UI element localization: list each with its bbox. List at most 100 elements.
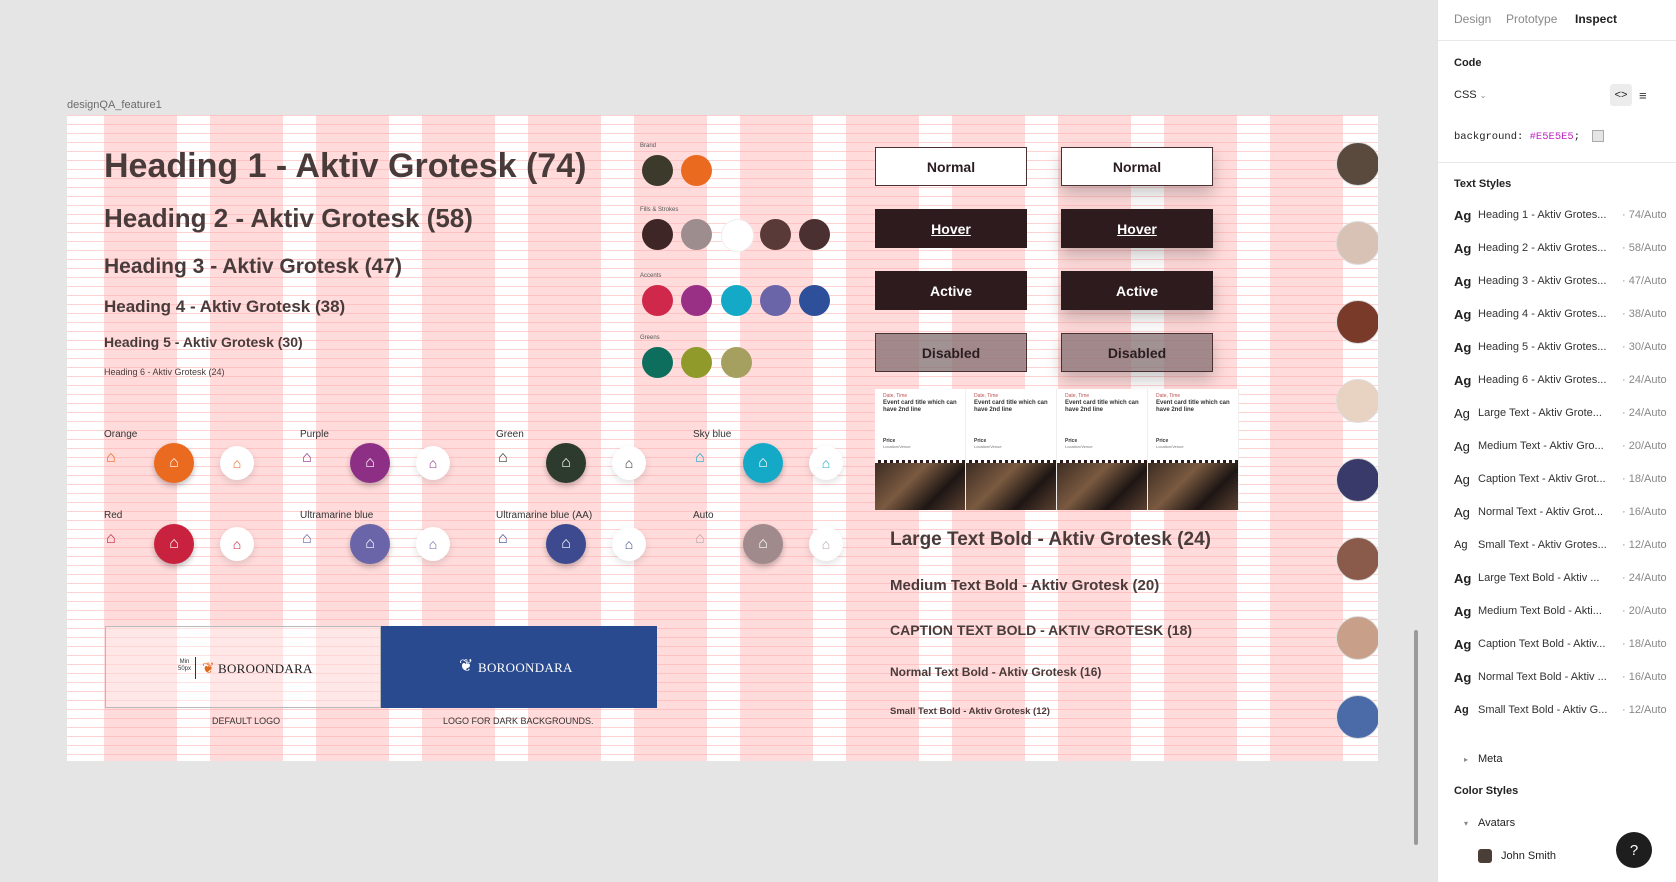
building-icon[interactable]: ⌂ bbox=[809, 527, 843, 561]
swatch-fill-3[interactable] bbox=[721, 219, 754, 252]
building-icon[interactable]: ⌂ bbox=[302, 530, 312, 548]
text-style-item[interactable]: Ag Large Text Bold - Aktiv ... · 24/Auto bbox=[1454, 568, 1669, 588]
building-icon[interactable]: ⌂ bbox=[106, 530, 116, 548]
text-style-item[interactable]: Ag Large Text - Aktiv Grote... · 24/Auto bbox=[1454, 403, 1669, 423]
hover-button[interactable]: Hover bbox=[875, 209, 1027, 248]
normal-button-shadow[interactable]: Normal bbox=[1061, 147, 1213, 186]
text-style-item[interactable]: Ag Heading 1 - Aktiv Grotes... · 74/Auto bbox=[1454, 205, 1669, 225]
text-style-item[interactable]: Ag Medium Text Bold - Akti... · 20/Auto bbox=[1454, 601, 1669, 621]
building-icon[interactable]: ⌂ bbox=[154, 524, 194, 564]
avatar[interactable] bbox=[1336, 379, 1378, 423]
building-icon[interactable]: ⌂ bbox=[743, 443, 783, 483]
dark-logo-box[interactable]: ❦ BOROONDARA bbox=[381, 626, 657, 708]
list-view-icon[interactable]: ≡ bbox=[1639, 88, 1647, 103]
swatch-accent-5[interactable] bbox=[799, 285, 830, 316]
text-style-item[interactable]: Ag Small Text - Aktiv Grotes... · 12/Auto bbox=[1454, 535, 1669, 555]
building-icon[interactable]: ⌂ bbox=[546, 443, 586, 483]
design-frame[interactable]: Heading 1 - Aktiv Grotesk (74) Heading 2… bbox=[67, 115, 1378, 761]
ag-icon: Ag bbox=[1454, 570, 1472, 586]
building-icon[interactable]: ⌂ bbox=[350, 443, 390, 483]
event-card[interactable]: Date, Time Event card title which can ha… bbox=[1148, 389, 1239, 510]
event-card[interactable]: Date, Time Event card title which can ha… bbox=[1057, 389, 1148, 510]
building-icon[interactable]: ⌂ bbox=[612, 527, 646, 561]
disabled-button-shadow[interactable]: Disabled bbox=[1061, 333, 1213, 372]
help-button[interactable]: ? bbox=[1616, 832, 1652, 868]
avatar[interactable] bbox=[1336, 695, 1378, 739]
building-icon[interactable]: ⌂ bbox=[350, 524, 390, 564]
swatch-accent-3[interactable] bbox=[721, 285, 752, 316]
code-view-icon[interactable]: <> bbox=[1610, 84, 1632, 106]
swatch-brand-2[interactable] bbox=[681, 155, 712, 186]
hover-button-shadow[interactable]: Hover bbox=[1061, 209, 1213, 248]
tab-inspect[interactable]: Inspect bbox=[1575, 12, 1617, 26]
text-style-item[interactable]: Ag Heading 6 - Aktiv Grotes... · 24/Auto bbox=[1454, 370, 1669, 390]
default-logo-box[interactable]: Min 50px ❦ BOROONDARA bbox=[105, 626, 381, 708]
normal-button[interactable]: Normal bbox=[875, 147, 1027, 186]
building-icon[interactable]: ⌂ bbox=[498, 449, 508, 467]
swatch-fill-5[interactable] bbox=[799, 219, 830, 250]
avatar[interactable] bbox=[1336, 458, 1378, 502]
building-icon[interactable]: ⌂ bbox=[695, 449, 705, 467]
swatch-fill-4[interactable] bbox=[760, 219, 791, 250]
text-style-item[interactable]: Ag Caption Text - Aktiv Grot... · 18/Auto bbox=[1454, 469, 1669, 489]
design-canvas[interactable]: designQA_feature1 Heading 1 - Aktiv Grot… bbox=[0, 0, 1437, 882]
text-style-item[interactable]: Ag Heading 5 - Aktiv Grotes... · 30/Auto bbox=[1454, 337, 1669, 357]
text-style-spec: · 18/Auto bbox=[1622, 638, 1667, 650]
meta-group[interactable]: ▸ Meta bbox=[1454, 753, 1502, 765]
text-style-item[interactable]: Ag Normal Text - Aktiv Grot... · 16/Auto bbox=[1454, 502, 1669, 522]
swatch-accent-1[interactable] bbox=[642, 285, 673, 316]
swatch-fill-1[interactable] bbox=[642, 219, 673, 250]
avatars-group[interactable]: ▾ Avatars bbox=[1454, 817, 1515, 829]
building-icon[interactable]: ⌂ bbox=[416, 446, 450, 480]
building-icon[interactable]: ⌂ bbox=[743, 524, 783, 564]
logo-min-size-note: Min 50px bbox=[178, 659, 191, 673]
text-style-item[interactable]: Ag Caption Text Bold - Aktiv... · 18/Auto bbox=[1454, 634, 1669, 654]
text-style-name: Heading 5 - Aktiv Grotes... bbox=[1478, 341, 1607, 353]
active-button-shadow[interactable]: Active bbox=[1061, 271, 1213, 310]
swatch-green-2[interactable] bbox=[681, 347, 712, 378]
tab-design[interactable]: Design bbox=[1454, 12, 1491, 26]
text-style-item[interactable]: Ag Heading 2 - Aktiv Grotes... · 58/Auto bbox=[1454, 238, 1669, 258]
text-style-item[interactable]: Ag Medium Text - Aktiv Gro... · 20/Auto bbox=[1454, 436, 1669, 456]
building-icon[interactable]: ⌂ bbox=[612, 446, 646, 480]
building-icon[interactable]: ⌂ bbox=[498, 530, 508, 548]
avatar[interactable] bbox=[1336, 221, 1378, 265]
building-icon[interactable]: ⌂ bbox=[106, 449, 116, 467]
text-style-spec: · 20/Auto bbox=[1622, 440, 1667, 452]
event-card[interactable]: Date, Time Event card title which can ha… bbox=[875, 389, 966, 510]
text-style-spec: · 38/Auto bbox=[1622, 308, 1667, 320]
color-style-item[interactable]: John Smith bbox=[1478, 849, 1556, 863]
css-code-line[interactable]: background: #E5E5E5; bbox=[1454, 130, 1605, 143]
avatar[interactable] bbox=[1336, 537, 1378, 581]
avatar[interactable] bbox=[1336, 142, 1378, 186]
building-icon[interactable]: ⌂ bbox=[809, 446, 843, 480]
event-card[interactable]: Date, Time Event card title which can ha… bbox=[966, 389, 1057, 510]
building-icon[interactable]: ⌂ bbox=[546, 524, 586, 564]
disabled-button[interactable]: Disabled bbox=[875, 333, 1027, 372]
building-icon[interactable]: ⌂ bbox=[695, 530, 705, 548]
swatch-green-3[interactable] bbox=[721, 347, 752, 378]
text-style-item[interactable]: Ag Small Text Bold - Aktiv G... · 12/Auto bbox=[1454, 700, 1669, 720]
text-style-name: Large Text Bold - Aktiv ... bbox=[1478, 572, 1600, 584]
building-icon[interactable]: ⌂ bbox=[302, 449, 312, 467]
text-style-item[interactable]: Ag Normal Text Bold - Aktiv ... · 16/Auto bbox=[1454, 667, 1669, 687]
avatar[interactable] bbox=[1336, 300, 1378, 344]
building-icon[interactable]: ⌂ bbox=[220, 446, 254, 480]
swatch-green-1[interactable] bbox=[642, 347, 673, 378]
tab-prototype[interactable]: Prototype bbox=[1506, 12, 1557, 26]
text-style-item[interactable]: Ag Heading 4 - Aktiv Grotes... · 38/Auto bbox=[1454, 304, 1669, 324]
swatch-accent-4[interactable] bbox=[760, 285, 791, 316]
canvas-scrollbar[interactable] bbox=[1414, 630, 1418, 845]
avatar[interactable] bbox=[1336, 616, 1378, 660]
swatch-fill-2[interactable] bbox=[681, 219, 712, 250]
event-image bbox=[1148, 460, 1238, 510]
building-icon[interactable]: ⌂ bbox=[154, 443, 194, 483]
swatch-accent-2[interactable] bbox=[681, 285, 712, 316]
swatch-brand-1[interactable] bbox=[642, 155, 673, 186]
code-language-select[interactable]: CSS ⌄ bbox=[1454, 89, 1486, 101]
building-icon[interactable]: ⌂ bbox=[220, 527, 254, 561]
text-style-item[interactable]: Ag Heading 3 - Aktiv Grotes... · 47/Auto bbox=[1454, 271, 1669, 291]
active-button[interactable]: Active bbox=[875, 271, 1027, 310]
building-icon[interactable]: ⌂ bbox=[416, 527, 450, 561]
frame-title[interactable]: designQA_feature1 bbox=[67, 99, 162, 111]
